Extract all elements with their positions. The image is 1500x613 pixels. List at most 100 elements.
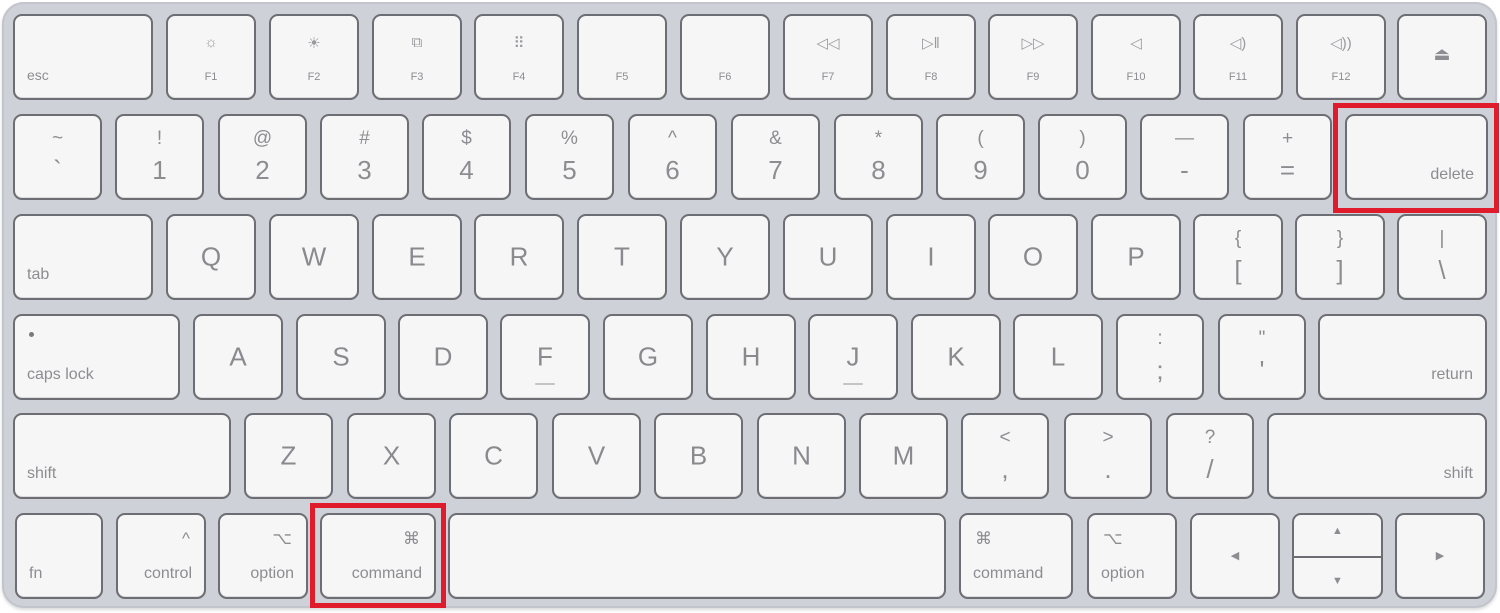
key-num-5[interactable]: % 5 — [525, 114, 614, 200]
key-caps-lock[interactable]: caps lock — [13, 314, 180, 400]
key-num-2[interactable]: @2 — [218, 114, 307, 200]
key-f3[interactable]: ⧉ F3 — [372, 14, 462, 100]
key-num-6[interactable]: ^ 6 — [628, 114, 717, 200]
key-letter-label: G — [637, 341, 659, 372]
key-num-4[interactable]: $4 — [422, 114, 511, 200]
key-num-10[interactable]: ) 0 — [1038, 114, 1127, 200]
key-control[interactable]: ^ control — [116, 513, 206, 599]
key-num-8[interactable]: * 8 — [834, 114, 923, 200]
key-arrow-down[interactable]: ▼ — [1294, 556, 1381, 597]
key-eject[interactable]: ⏏ — [1397, 14, 1487, 100]
key-f5[interactable]: F5 — [577, 14, 667, 100]
key-r[interactable]: R — [474, 214, 564, 300]
fast-forward-icon: ▷▷ — [1021, 35, 1045, 52]
key-punct-bottom-0[interactable]: <, — [961, 413, 1049, 499]
key-k[interactable]: K — [911, 314, 1001, 400]
key-f7[interactable]: ◁◁ F7 — [783, 14, 873, 100]
key-shift-char: * — [874, 128, 883, 149]
key-shift-right[interactable]: shift — [1267, 413, 1487, 499]
key-bracket-2[interactable]: | \ — [1397, 214, 1487, 300]
option-icon: ⌥ — [272, 529, 292, 548]
key-d[interactable]: D — [398, 314, 488, 400]
key-tab[interactable]: tab — [13, 214, 153, 300]
key-h[interactable]: H — [706, 314, 796, 400]
key-t[interactable]: T — [577, 214, 667, 300]
key-f8[interactable]: ▷‖ F8 — [886, 14, 976, 100]
key-char: 9 — [973, 155, 988, 185]
key-f2[interactable]: ☀ F2 — [269, 14, 359, 100]
key-z[interactable]: Z — [244, 413, 333, 499]
key-b[interactable]: B — [654, 413, 743, 499]
key-f5-label: F5 — [615, 71, 629, 83]
key-punct-home-0[interactable]: :; — [1116, 314, 1204, 400]
key-shift-char: ? — [1204, 427, 1216, 448]
key-shift-char: ^ — [668, 128, 677, 149]
key-m[interactable]: M — [859, 413, 948, 499]
key-shift-char: " — [1258, 328, 1266, 349]
key-punct-bottom-2[interactable]: ? / — [1166, 413, 1254, 499]
key-arrow-right[interactable]: ▶ — [1395, 513, 1485, 599]
key-shift-char: % — [561, 128, 578, 149]
key-bracket-1[interactable]: }] — [1295, 214, 1385, 300]
key-punct-home-1[interactable]: " ' — [1218, 314, 1306, 400]
key-o[interactable]: O — [988, 214, 1078, 300]
key-shift-char: > — [1102, 427, 1114, 448]
key-char: 7 — [768, 155, 783, 185]
key-y[interactable]: Y — [680, 214, 770, 300]
key-shift-char: ! — [156, 128, 163, 149]
key-c[interactable]: C — [449, 413, 538, 499]
key-shift-char: { — [1234, 228, 1242, 249]
key-e[interactable]: E — [372, 214, 462, 300]
key-arrow-up[interactable]: ▲ — [1294, 515, 1381, 556]
key-shift-char: @ — [252, 128, 273, 149]
key-fn[interactable]: fn — [15, 513, 103, 599]
key-arrow-left[interactable]: ◀ — [1190, 513, 1280, 599]
key-return[interactable]: return — [1318, 314, 1487, 400]
key-num-7[interactable]: & 7 — [731, 114, 820, 200]
key-f10[interactable]: ◁ F10 — [1091, 14, 1181, 100]
key-a[interactable]: A — [193, 314, 283, 400]
key-esc[interactable]: esc — [13, 14, 153, 100]
arrow-up-icon: ▲ — [1332, 525, 1343, 537]
key-f[interactable]: F — [500, 314, 590, 400]
key-num-0[interactable]: ~ ` — [13, 114, 102, 200]
key-f11[interactable]: ◁) F11 — [1193, 14, 1283, 100]
key-shift-left-label: shift — [27, 465, 57, 482]
key-j[interactable]: J — [808, 314, 898, 400]
key-p[interactable]: P — [1091, 214, 1181, 300]
key-char: 5 — [562, 155, 577, 185]
key-num-12[interactable]: + = — [1243, 114, 1332, 200]
key-shift-left[interactable]: shift — [13, 413, 231, 499]
key-letter-label: P — [1127, 241, 1145, 272]
key-num-3[interactable]: #3 — [320, 114, 409, 200]
key-option-left[interactable]: ⌥ option — [218, 513, 308, 599]
key-letter-label: V — [587, 440, 606, 471]
key-space[interactable] — [448, 513, 946, 599]
key-letter-label: D — [433, 341, 453, 372]
key-f9[interactable]: ▷▷ F9 — [988, 14, 1078, 100]
key-num-1[interactable]: ! 1 — [115, 114, 204, 200]
key-f6[interactable]: F6 — [680, 14, 770, 100]
key-bracket-0[interactable]: {[ — [1193, 214, 1283, 300]
key-l[interactable]: L — [1013, 314, 1103, 400]
key-v[interactable]: V — [552, 413, 641, 499]
key-num-11[interactable]: — - — [1140, 114, 1229, 200]
key-i[interactable]: I — [886, 214, 976, 300]
key-x[interactable]: X — [347, 413, 436, 499]
eject-icon: ⏏ — [1433, 44, 1451, 64]
key-n[interactable]: N — [757, 413, 846, 499]
key-f1-label: F1 — [204, 71, 218, 83]
key-command-right[interactable]: ⌘ command — [959, 513, 1073, 599]
key-f4[interactable]: ⠿ F4 — [474, 14, 564, 100]
key-num-9[interactable]: (9 — [936, 114, 1025, 200]
key-s[interactable]: S — [296, 314, 386, 400]
key-q[interactable]: Q — [166, 214, 256, 300]
key-g[interactable]: G — [603, 314, 693, 400]
arrow-down-icon: ▼ — [1332, 575, 1343, 587]
key-u[interactable]: U — [783, 214, 873, 300]
key-f1[interactable]: ☼ F1 — [166, 14, 256, 100]
key-punct-bottom-1[interactable]: >. — [1064, 413, 1152, 499]
key-f12[interactable]: ◁)) F12 — [1296, 14, 1386, 100]
key-w[interactable]: W — [269, 214, 359, 300]
key-option-right[interactable]: ⌥ option — [1087, 513, 1177, 599]
